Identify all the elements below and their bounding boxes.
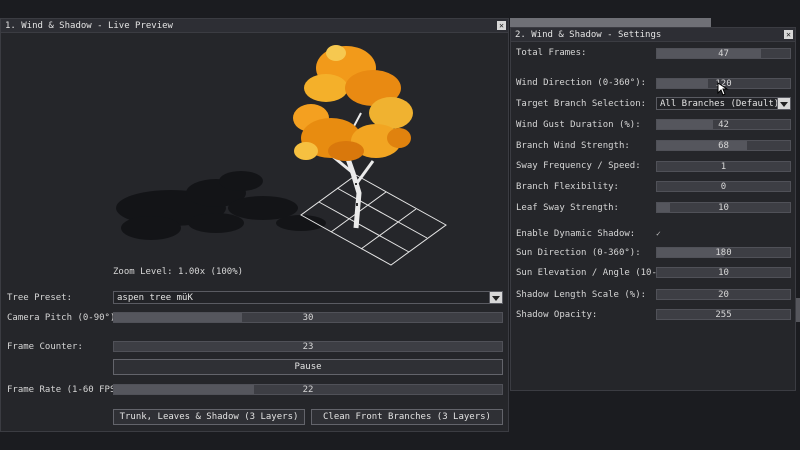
sun-direction-label: Sun Direction (0-360°): [516, 248, 641, 258]
settings-title: 2. Wind & Shadow - Settings [515, 30, 662, 40]
sway-frequency-label: Sway Frequency / Speed: [516, 161, 641, 171]
total-frames-label: Total Frames: [516, 48, 587, 58]
target-branch-dropdown[interactable]: All Branches (Default) [656, 97, 791, 110]
leaf-sway-slider[interactable]: 10 [656, 202, 791, 213]
preview-title: 1. Wind & Shadow - Live Preview [5, 21, 173, 31]
camera-pitch-value: 30 [302, 313, 314, 323]
branch-flexibility-slider[interactable]: 0 [656, 181, 791, 192]
branch-flexibility-label: Branch Flexibility: [516, 182, 619, 192]
preview-titlebar[interactable]: 1. Wind & Shadow - Live Preview ✕ [1, 19, 508, 33]
close-icon[interactable]: ✕ [497, 21, 506, 30]
sun-direction-slider[interactable]: 180 [656, 247, 791, 258]
frame-counter-display: 23 [113, 341, 503, 352]
camera-pitch-label: Camera Pitch (0-90°): [7, 313, 121, 323]
frame-counter-value: 23 [302, 342, 314, 352]
tree-shadow [116, 171, 326, 240]
target-branch-value: All Branches (Default) [660, 99, 780, 109]
frame-rate-label: Frame Rate (1-60 FPS): [7, 385, 127, 395]
target-branch-label: Target Branch Selection: [516, 99, 647, 109]
frame-rate-value: 22 [302, 385, 314, 395]
leaf-sway-label: Leaf Sway Strength: [516, 203, 619, 213]
layers-button-trunk-leaves-shadow[interactable]: Trunk, Leaves & Shadow (3 Layers) [113, 409, 305, 425]
sway-frequency-slider[interactable]: 1 [656, 161, 791, 172]
camera-pitch-slider[interactable]: 30 [113, 312, 503, 323]
shadow-length-label: Shadow Length Scale (%): [516, 290, 647, 300]
settings-window: 2. Wind & Shadow - Settings ✕ Total Fram… [510, 27, 796, 391]
layers-button-clean-front[interactable]: Clean Front Branches (3 Layers) [311, 409, 503, 425]
shadow-length-value: 20 [718, 290, 729, 300]
chevron-down-icon[interactable] [489, 291, 503, 304]
tree-preset-dropdown[interactable]: aspen tree müK [113, 291, 503, 304]
top-strip [510, 18, 711, 27]
shadow-opacity-label: Shadow Opacity: [516, 310, 598, 320]
pause-button[interactable]: Pause [113, 359, 503, 375]
tree-preview-canvas[interactable] [1, 33, 508, 283]
preview-window: 1. Wind & Shadow - Live Preview ✕ Zoom L… [0, 18, 509, 432]
wind-gust-slider[interactable]: 42 [656, 119, 791, 130]
sun-elevation-value: 10 [718, 268, 729, 278]
checkmark-icon[interactable]: ✓ [656, 229, 661, 238]
settings-titlebar[interactable]: 2. Wind & Shadow - Settings ✕ [511, 28, 795, 42]
total-frames-value: 47 [718, 49, 729, 59]
chevron-down-icon[interactable] [777, 97, 791, 110]
sway-frequency-value: 1 [720, 162, 727, 172]
leaf-sway-value: 10 [718, 203, 729, 213]
dynamic-shadow-label: Enable Dynamic Shadow: [516, 229, 636, 239]
wind-gust-label: Wind Gust Duration (%): [516, 120, 641, 130]
shadow-opacity-slider[interactable]: 255 [656, 309, 791, 320]
shadow-opacity-value: 255 [715, 310, 732, 320]
branch-wind-strength-slider[interactable]: 68 [656, 140, 791, 151]
branch-wind-strength-value: 68 [718, 141, 729, 151]
tree-preset-value: aspen tree müK [117, 293, 193, 303]
frame-counter-label: Frame Counter: [7, 342, 83, 352]
wind-direction-label: Wind Direction (0-360°): [516, 78, 647, 88]
branch-flexibility-value: 0 [720, 182, 727, 192]
close-icon[interactable]: ✕ [784, 30, 793, 39]
shadow-length-slider[interactable]: 20 [656, 289, 791, 300]
mouse-pointer-icon [717, 82, 729, 96]
scrollbar-thumb[interactable] [796, 298, 800, 322]
sun-direction-value: 180 [715, 248, 732, 258]
frame-rate-slider[interactable]: 22 [113, 384, 503, 395]
wind-gust-value: 42 [718, 120, 729, 130]
branch-wind-strength-label: Branch Wind Strength: [516, 141, 630, 151]
tree-foliage [293, 45, 413, 161]
tree-preset-label: Tree Preset: [7, 293, 73, 303]
total-frames-slider[interactable]: 47 [656, 48, 791, 59]
sun-elevation-slider[interactable]: 10 [656, 267, 791, 278]
zoom-level-text: Zoom Level: 1.00x (100%) [113, 267, 244, 277]
